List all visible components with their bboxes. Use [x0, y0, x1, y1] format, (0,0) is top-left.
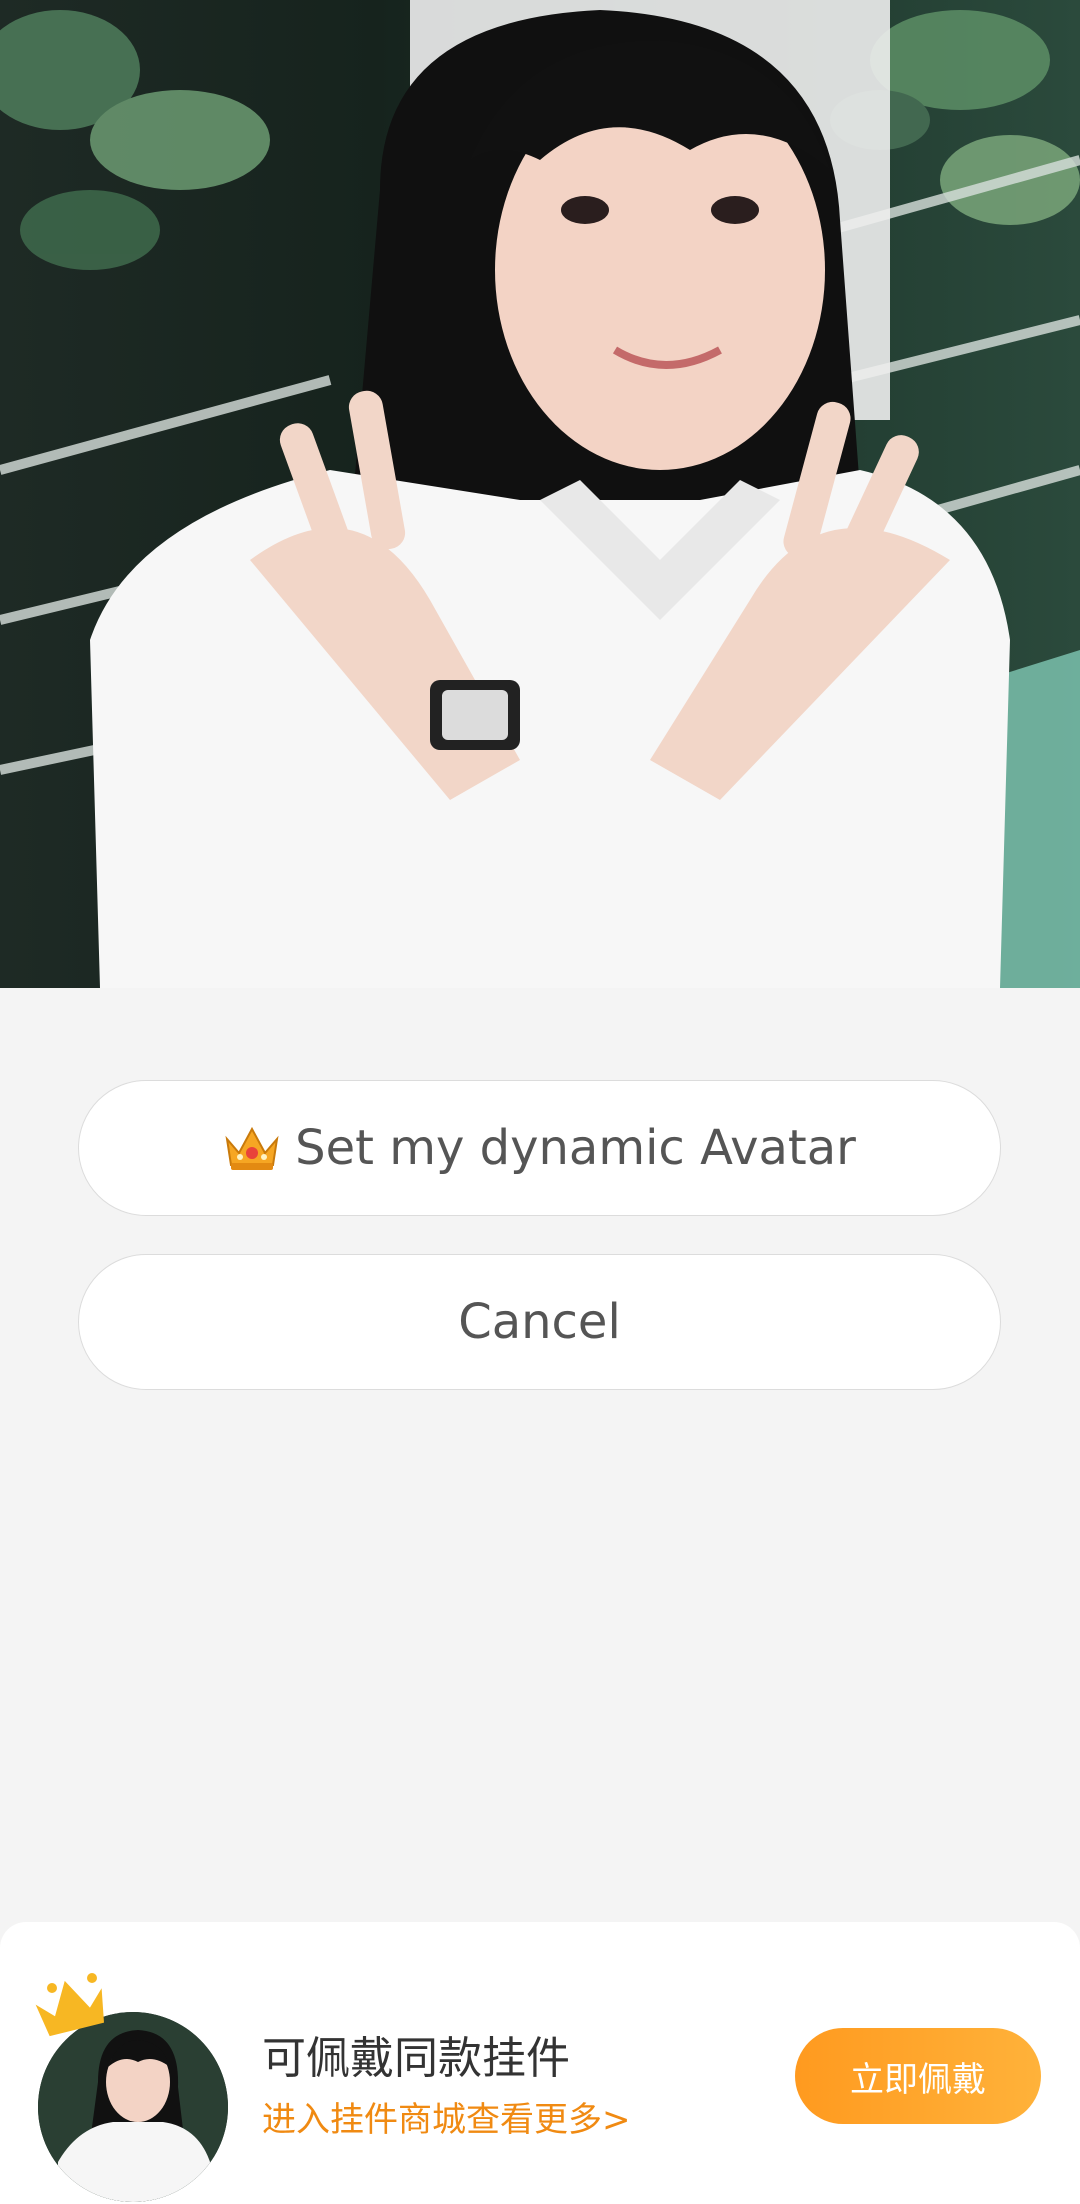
- set-dynamic-avatar-button[interactable]: Set my dynamic Avatar: [78, 1080, 1001, 1216]
- avatar: [38, 2012, 228, 2202]
- pendant-avatar-preview: [32, 1950, 242, 2202]
- portrait-illustration: [0, 0, 1080, 988]
- pendant-mall-link[interactable]: 进入挂件商城查看更多>: [262, 2092, 631, 2141]
- wear-now-button[interactable]: 立即佩戴: [795, 2028, 1041, 2124]
- cancel-label: Cancel: [458, 1294, 621, 1350]
- cancel-button[interactable]: Cancel: [78, 1254, 1001, 1390]
- crown-icon: [225, 1126, 279, 1170]
- avatar-preview-photo: [0, 0, 1080, 988]
- pendant-promo-banner: 可佩戴同款挂件 进入挂件商城查看更多> 立即佩戴: [0, 1922, 1080, 2204]
- pendant-title: 可佩戴同款挂件: [262, 2033, 570, 2084]
- set-dynamic-avatar-label: Set my dynamic Avatar: [295, 1120, 856, 1176]
- crown-icon: [35, 1973, 105, 2037]
- wear-now-label: 立即佩戴: [850, 2059, 986, 2100]
